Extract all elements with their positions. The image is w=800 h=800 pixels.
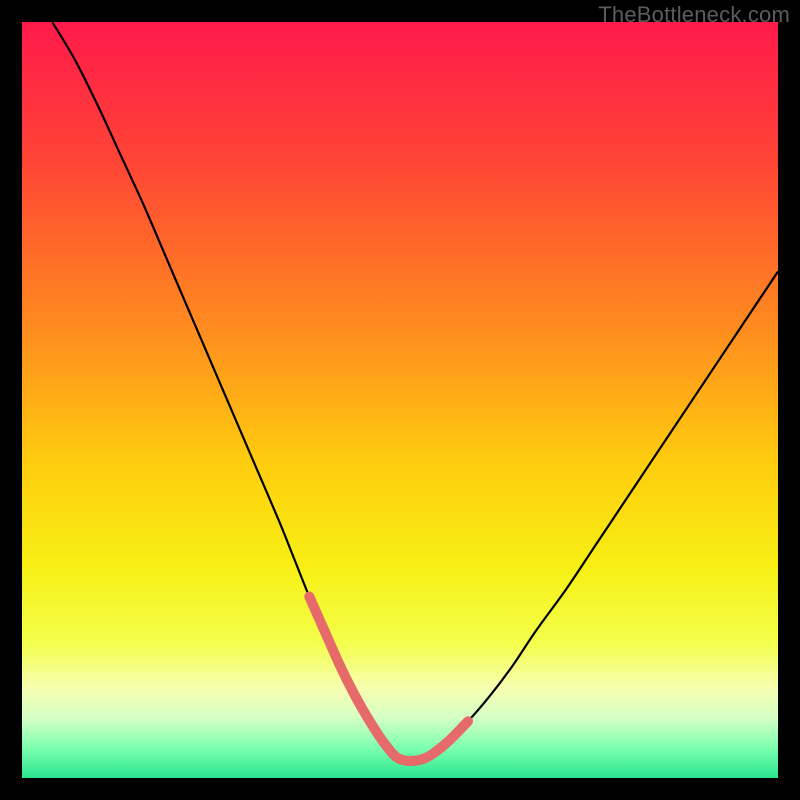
- chart-container: TheBottleneck.com: [0, 0, 800, 800]
- bottleneck-chart: [22, 22, 778, 778]
- gradient-background: [22, 22, 778, 778]
